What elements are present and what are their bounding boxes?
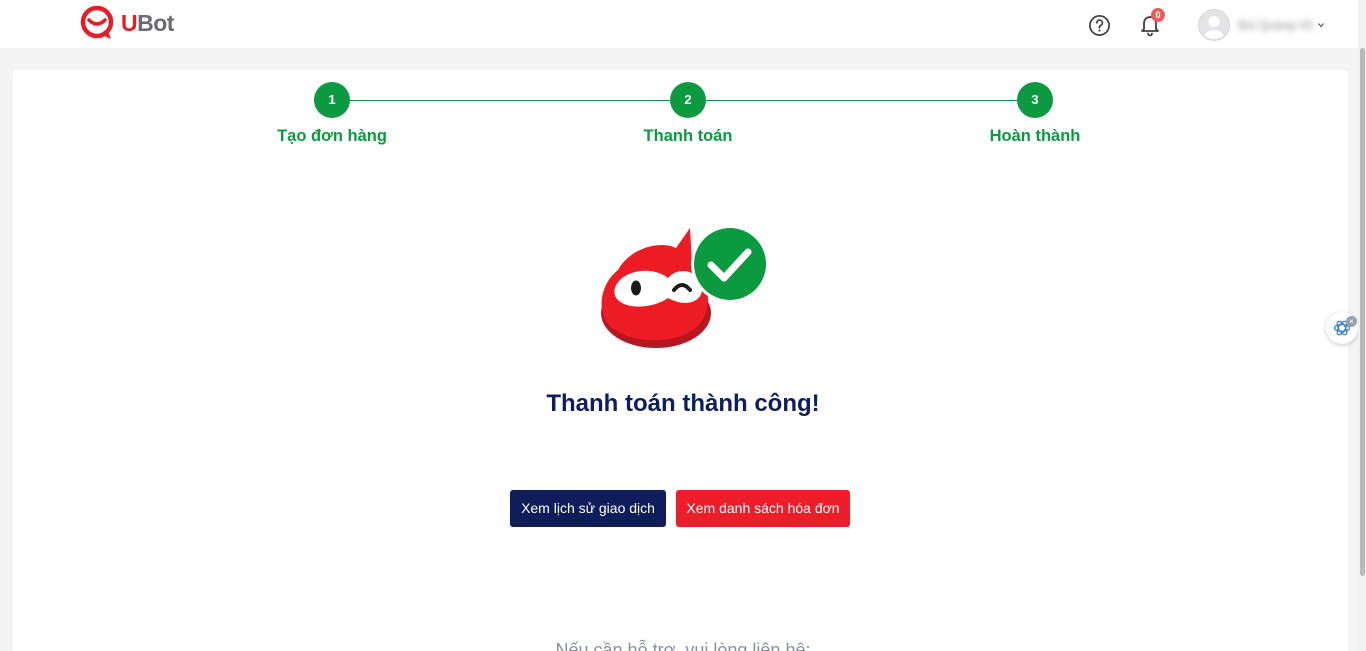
content-card bbox=[13, 70, 1348, 651]
user-menu[interactable]: Bùi Quang Vũ bbox=[1198, 8, 1343, 42]
step-label-payment: Thanh toán bbox=[643, 127, 733, 145]
ubot-logo-icon bbox=[80, 5, 114, 39]
notification-badge: 0 bbox=[1151, 8, 1165, 22]
mascot-icon bbox=[601, 228, 711, 348]
logo-text-rest: Bot bbox=[137, 9, 174, 36]
user-name: Bùi Quang Vũ bbox=[1238, 18, 1313, 32]
step-connector-1-2 bbox=[350, 100, 670, 101]
step-label-create-order: Tạo đơn hàng bbox=[277, 127, 387, 145]
support-contact-text: Nếu cần hỗ trợ, vui lòng liên hệ: bbox=[555, 640, 811, 651]
step-circle-1: 1 bbox=[314, 82, 350, 118]
step-circle-3: 3 bbox=[1017, 82, 1053, 118]
view-transaction-history-button[interactable]: Xem lịch sử giao dịch bbox=[510, 490, 666, 527]
checkmark-circle-icon bbox=[691, 225, 769, 303]
step-connector-2-3 bbox=[706, 100, 1017, 101]
view-invoice-list-button[interactable]: Xem danh sách hóa đơn bbox=[676, 490, 850, 527]
user-avatar-icon bbox=[1198, 9, 1230, 41]
help-circle-icon[interactable] bbox=[1088, 14, 1111, 37]
ubot-logo[interactable]: UBot bbox=[78, 5, 174, 41]
step-label-complete: Hoàn thành bbox=[989, 127, 1081, 145]
payment-success-illustration bbox=[601, 225, 769, 348]
step-circle-2: 2 bbox=[670, 82, 706, 118]
logo-text: UBot bbox=[121, 9, 174, 36]
close-icon[interactable]: × bbox=[1346, 316, 1357, 327]
top-navigation-bar: UBot 0 Bùi Quang Vũ bbox=[0, 0, 1358, 48]
chevron-down-icon bbox=[1317, 23, 1324, 28]
scrollbar-thumb[interactable] bbox=[1360, 48, 1365, 576]
payment-success-title: Thanh toán thành công! bbox=[546, 390, 820, 417]
